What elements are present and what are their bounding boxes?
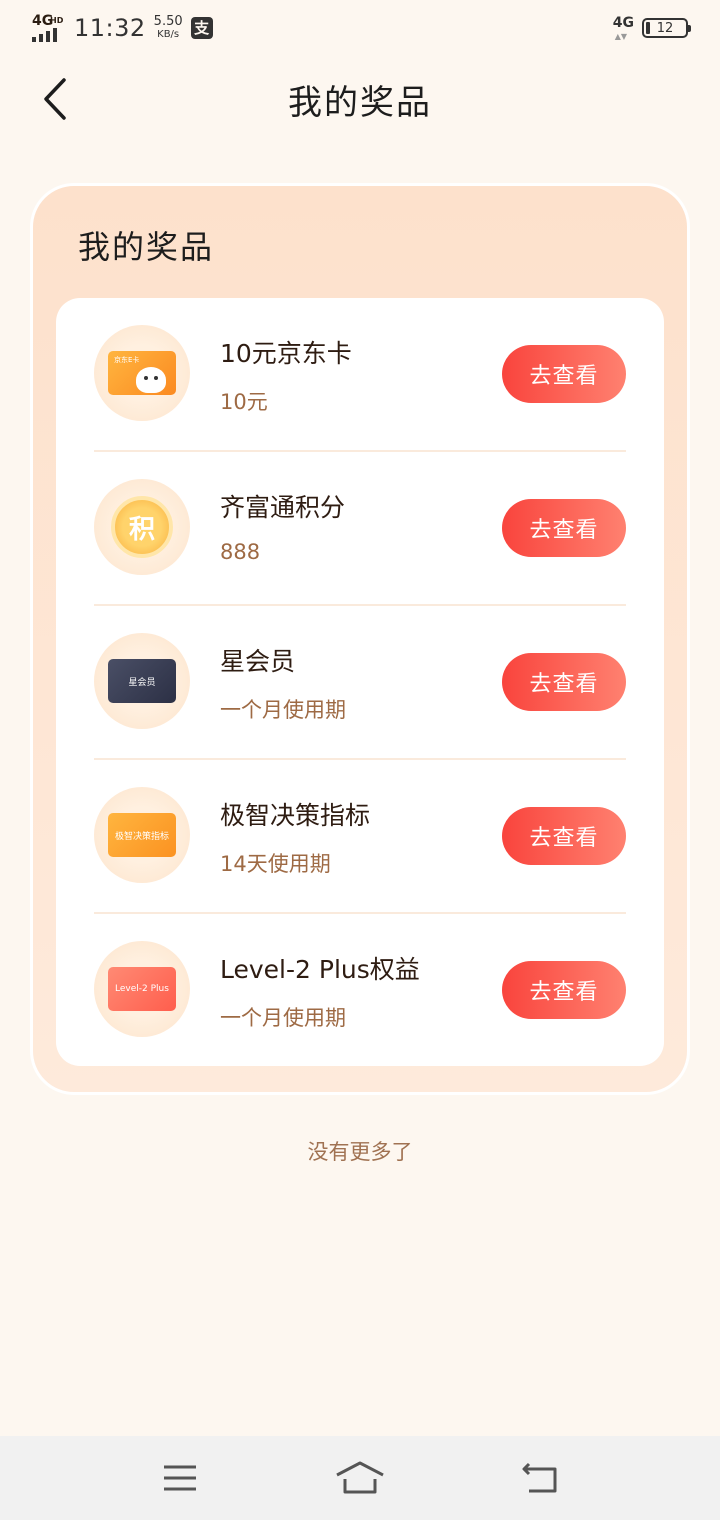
jd-card-thumb: 京东E卡 bbox=[108, 351, 176, 395]
thumb-label: 极智决策指标 bbox=[114, 831, 169, 842]
thumb-label: Level-2 Plus bbox=[115, 984, 169, 994]
home-icon bbox=[336, 1461, 384, 1494]
page-title: 我的奖品 bbox=[288, 82, 432, 123]
prize-desc: 14天使用期 bbox=[220, 852, 331, 876]
no-more-text: 没有更多了 bbox=[307, 1140, 413, 1164]
prize-name: Level-2 Plus权益 bbox=[220, 955, 420, 984]
network-speed: 5.50 KB/s bbox=[154, 15, 183, 41]
nav-bar: 我的奖品 bbox=[0, 56, 720, 142]
star-member-card-icon: 星会员 bbox=[94, 633, 190, 729]
back-nav-button[interactable] bbox=[510, 1448, 570, 1508]
prize-desc: 10元 bbox=[220, 390, 268, 414]
signal-icon: 4G HD bbox=[32, 14, 66, 42]
prize-list: 京东E卡 10元京东卡 10元 去查看 积 齐富通积分 888 去查看 星会员 … bbox=[56, 298, 664, 1066]
status-bar: 4G HD 11:32 5.50 KB/s 支 4G ▲▼ 12 bbox=[0, 0, 720, 56]
list-item: Level-2 Plus Level-2 Plus权益 一个月使用期 去查看 bbox=[94, 914, 626, 1068]
view-button[interactable]: 去查看 bbox=[502, 345, 626, 403]
menu-icon bbox=[164, 1465, 196, 1491]
view-button[interactable]: 去查看 bbox=[502, 961, 626, 1019]
decision-indicator-card-icon: 极智决策指标 bbox=[94, 787, 190, 883]
prize-name: 10元京东卡 bbox=[220, 339, 352, 368]
points-coin-icon: 积 bbox=[94, 479, 190, 575]
thumb-label: 京东E卡 bbox=[114, 356, 140, 364]
prize-desc: 一个月使用期 bbox=[220, 1006, 346, 1030]
status-right: 4G ▲▼ 12 bbox=[612, 15, 691, 41]
battery-icon: 12 bbox=[642, 18, 691, 38]
clock: 11:32 bbox=[74, 14, 146, 42]
home-button[interactable] bbox=[330, 1448, 390, 1508]
prize-name: 星会员 bbox=[220, 647, 296, 676]
speed-unit: KB/s bbox=[157, 29, 180, 40]
list-item: 积 齐富通积分 888 去查看 bbox=[94, 452, 626, 606]
level2-card-thumb: Level-2 Plus bbox=[108, 967, 176, 1011]
card-title: 我的奖品 bbox=[78, 228, 215, 266]
prize-name: 极智决策指标 bbox=[220, 801, 371, 830]
status-left: 4G HD 11:32 5.50 KB/s 支 bbox=[32, 14, 213, 42]
back-button[interactable] bbox=[30, 74, 80, 124]
system-nav-bar bbox=[0, 1436, 720, 1520]
battery-level: 12 bbox=[656, 20, 674, 36]
coin-thumb: 积 bbox=[111, 496, 173, 558]
alipay-icon: 支 bbox=[190, 17, 213, 39]
view-button[interactable]: 去查看 bbox=[502, 807, 626, 865]
network-hd: HD bbox=[50, 16, 64, 25]
list-item: 星会员 星会员 一个月使用期 去查看 bbox=[94, 606, 626, 760]
view-button[interactable]: 去查看 bbox=[502, 499, 626, 557]
back-icon bbox=[522, 1462, 557, 1493]
mobile-data-icon: 4G ▲▼ bbox=[612, 15, 634, 41]
chevron-left-icon bbox=[44, 78, 66, 120]
thumb-label: 星会员 bbox=[128, 677, 156, 688]
view-button[interactable]: 去查看 bbox=[502, 653, 626, 711]
prize-desc: 888 bbox=[220, 540, 261, 564]
indicator-card-thumb: 极智决策指标 bbox=[108, 813, 176, 857]
jd-card-icon: 京东E卡 bbox=[94, 325, 190, 421]
speed-value: 5.50 bbox=[153, 14, 183, 29]
list-item: 京东E卡 10元京东卡 10元 去查看 bbox=[94, 298, 626, 452]
list-item: 极智决策指标 极智决策指标 14天使用期 去查看 bbox=[94, 760, 626, 914]
prize-desc: 一个月使用期 bbox=[220, 698, 346, 722]
prize-name: 齐富通积分 bbox=[220, 493, 346, 522]
star-card-thumb: 星会员 bbox=[108, 659, 176, 703]
level2-card-icon: Level-2 Plus bbox=[94, 941, 190, 1037]
prize-card: 我的奖品 京东E卡 10元京东卡 10元 去查看 积 齐富通积分 888 去查看 bbox=[30, 183, 690, 1095]
menu-button[interactable] bbox=[150, 1448, 210, 1508]
